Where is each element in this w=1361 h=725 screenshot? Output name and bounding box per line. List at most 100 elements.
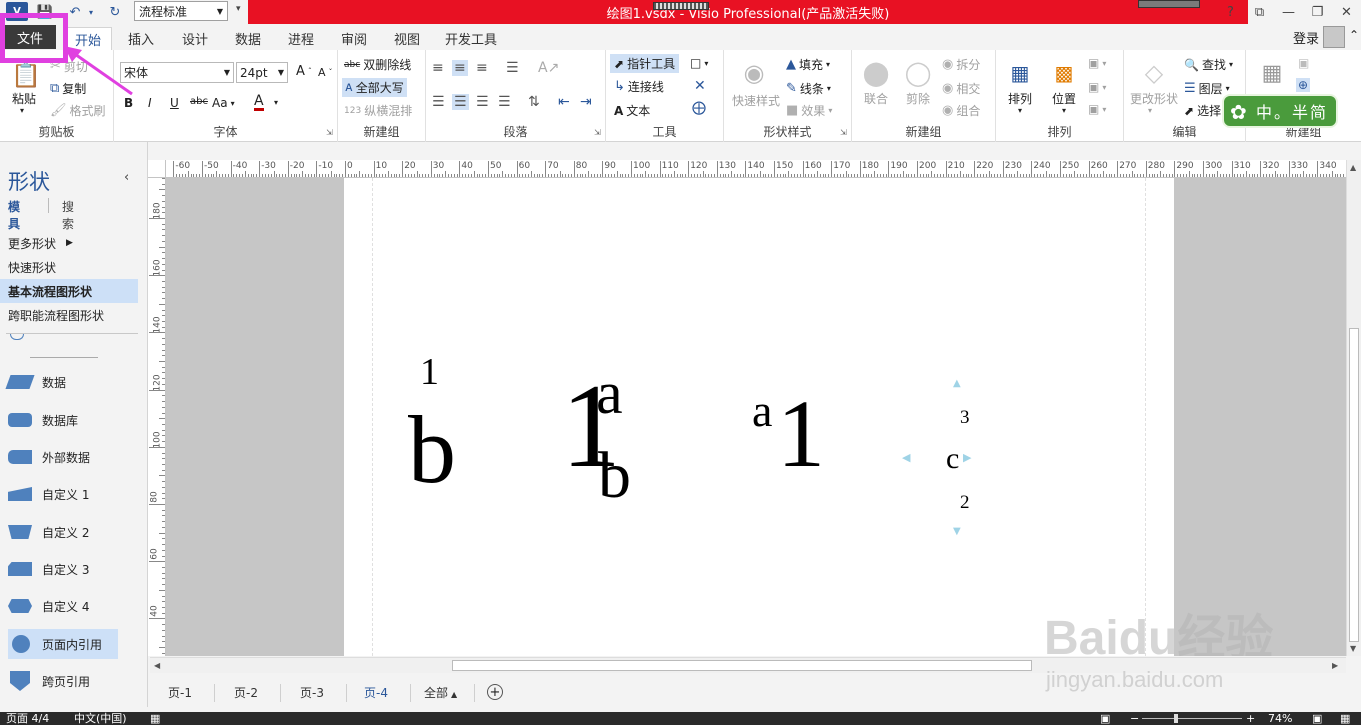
add-page-button[interactable]: + (487, 684, 503, 700)
align-center-icon[interactable]: ☰ (452, 94, 469, 110)
text-shape-2-superscript[interactable]: a (596, 363, 623, 423)
scroll-right-icon[interactable]: ▶ (1332, 661, 1338, 670)
font-color-button[interactable]: A (254, 94, 264, 111)
zoom-level[interactable]: 74% (1268, 712, 1292, 725)
vertical-ruler[interactable]: 180 160 140 120 100 80 60 40 (148, 178, 166, 656)
shape-external-data[interactable]: 外部数据 (8, 442, 118, 472)
drawing-page[interactable]: 1 b 1 a b a 1 ▲ ▼ ◀ ▶ 3 c 2 (344, 178, 1174, 656)
tab-view[interactable]: 视图 (384, 27, 430, 50)
stencil-more-shapes[interactable]: 更多形状 ▶ (0, 231, 138, 255)
shape-custom-4[interactable]: 自定义 4 (8, 591, 118, 621)
group-shapes-icon[interactable]: ▣ ▾ (1088, 80, 1106, 94)
shape-custom-1[interactable]: 自定义 1 (8, 479, 118, 509)
strikethrough-button[interactable]: abc (190, 96, 208, 107)
scroll-left-icon[interactable]: ◀ (154, 661, 160, 670)
text-shape-2-subscript[interactable]: b (598, 443, 631, 509)
table-icon[interactable]: ▦ (1256, 58, 1288, 88)
macro-icon[interactable]: ▦ (150, 712, 160, 725)
stencil-quick-shapes[interactable]: 快速形状 (0, 255, 138, 279)
horizontal-ruler[interactable]: -60 -50 -40 -30 -20 -10 0 10 20 30 40 50 60 70 80 90 100… (148, 160, 1346, 178)
style-select[interactable]: 流程标准 ▼ (134, 1, 228, 21)
grid-icon[interactable]: ▣ (1298, 56, 1309, 70)
zoom-out-icon[interactable]: − (1130, 712, 1139, 725)
shape-on-page-reference[interactable]: 页面内引用 (8, 629, 118, 659)
align-middle-icon[interactable]: ≡ (452, 60, 468, 76)
resize-handle-bottom[interactable]: ▼ (953, 526, 961, 537)
page-tab-4[interactable]: 页-4 (364, 684, 388, 701)
chevron-left-icon[interactable]: ‹ (124, 170, 129, 185)
fit-page-icon[interactable]: ▣ (1100, 712, 1110, 725)
all-caps-button[interactable]: 全部大写 (356, 79, 404, 96)
login-link[interactable]: 登录 (1293, 28, 1319, 47)
position-button[interactable]: 位置 (1052, 90, 1076, 107)
paste-icon[interactable]: 📋 (10, 60, 42, 90)
close-icon[interactable]: ✕ (1332, 0, 1361, 24)
zoom-in-icon[interactable]: + (1246, 712, 1255, 725)
pointer-tool-button[interactable]: 指针工具 (627, 55, 675, 72)
vertical-scroll-thumb[interactable] (1349, 328, 1359, 642)
tab-developer[interactable]: 开发工具 (440, 27, 502, 50)
tab-stencils[interactable]: 模具 (8, 198, 20, 232)
layers-button[interactable]: 图层 (1199, 80, 1223, 97)
horizontal-scroll-thumb[interactable] (452, 660, 1032, 671)
ribbon-display-icon[interactable]: ⧉ (1245, 0, 1274, 24)
quick-style-button[interactable]: 快速样式 (732, 92, 780, 109)
connector-button[interactable]: 连接线 (628, 78, 664, 95)
text-shape-4-bottom[interactable]: 2 (960, 493, 970, 512)
fragment-button[interactable]: 剪除 (906, 90, 930, 107)
shape-custom-2[interactable]: 自定义 2 (8, 517, 118, 547)
scroll-down-icon[interactable]: ▼ (1350, 644, 1356, 653)
combine-button[interactable]: 组合 (956, 102, 980, 119)
avatar[interactable] (1323, 26, 1345, 48)
align-left-icon[interactable]: ☰ (432, 94, 445, 110)
union-icon[interactable]: ⬤ (860, 58, 892, 88)
zoom-slider-thumb[interactable] (1174, 714, 1178, 723)
text-shape-1-base[interactable]: b (408, 402, 456, 498)
rectangle-tool-icon[interactable]: □ ▾ (690, 56, 708, 70)
tab-search[interactable]: 搜索 (62, 198, 74, 232)
undo-dropdown-icon[interactable]: ▾ (86, 1, 96, 23)
zoom-slider[interactable] (1142, 718, 1242, 719)
snap-icon[interactable]: ⊕ (1296, 78, 1311, 92)
arrange-button[interactable]: 排列 (1008, 90, 1032, 107)
change-shape-icon[interactable]: ◇ (1138, 58, 1170, 88)
tab-data[interactable]: 数据 (225, 27, 271, 50)
text-shape-3-superscript[interactable]: a (752, 388, 772, 434)
text-shape-3-base[interactable]: 1 (777, 386, 825, 482)
vertical-text-button[interactable]: 纵横混排 (364, 102, 412, 119)
drawing-canvas[interactable]: 1 b 1 a b a 1 ▲ ▼ ◀ ▶ 3 c 2 Baidu经验 (166, 178, 1346, 656)
tab-design[interactable]: 设计 (172, 27, 218, 50)
maximize-icon[interactable]: ❐ (1303, 0, 1332, 24)
shape-database[interactable]: 数据库 (8, 405, 118, 435)
decrease-indent-icon[interactable]: ⇤ (558, 94, 570, 110)
shape-data[interactable]: 数据 (5, 367, 118, 397)
underline-button[interactable]: U (170, 96, 179, 110)
text-tool-button[interactable]: 文本 (626, 102, 650, 119)
fit-window-icon[interactable]: ▣ (1312, 712, 1322, 725)
tab-review[interactable]: 审阅 (331, 27, 377, 50)
select-button[interactable]: 选择 (1197, 102, 1221, 119)
status-page[interactable]: 页面 4/4 (6, 712, 49, 725)
effect-button[interactable]: 效果 (801, 102, 825, 119)
fragment-icon[interactable]: ◯ (902, 58, 934, 88)
align-shapes-icon[interactable]: ▣ ▾ (1088, 56, 1106, 70)
align-bottom-icon[interactable]: ≡ (476, 60, 488, 76)
paste-button[interactable]: 粘贴 (12, 90, 36, 107)
change-shape-dropdown-icon[interactable]: ▾ (1148, 106, 1152, 115)
italic-button[interactable]: I (148, 96, 152, 110)
page-tab-1[interactable]: 页-1 (168, 684, 192, 701)
text-direction-icon[interactable]: A↗ (538, 60, 559, 76)
justify-icon[interactable]: ☰ (498, 94, 511, 110)
font-color-dropdown-icon[interactable]: ▾ (274, 98, 278, 107)
tab-process[interactable]: 进程 (278, 27, 324, 50)
connection-point-icon[interactable]: ⨁ (692, 100, 706, 116)
redo-icon[interactable]: ↻ (104, 1, 126, 23)
fill-button[interactable]: 填充 (799, 56, 823, 73)
change-case-button[interactable]: Aa ▾ (212, 96, 235, 110)
grow-font-icon[interactable]: Aˆ (296, 64, 312, 79)
paste-dropdown-icon[interactable]: ▾ (20, 106, 24, 115)
page-tab-2[interactable]: 页-2 (234, 684, 258, 701)
text-shape-1-superscript[interactable]: 1 (420, 353, 439, 391)
stencil-basic-flowchart[interactable]: 基本流程图形状 (0, 279, 138, 303)
resize-handle-left[interactable]: ◀ (902, 451, 910, 464)
